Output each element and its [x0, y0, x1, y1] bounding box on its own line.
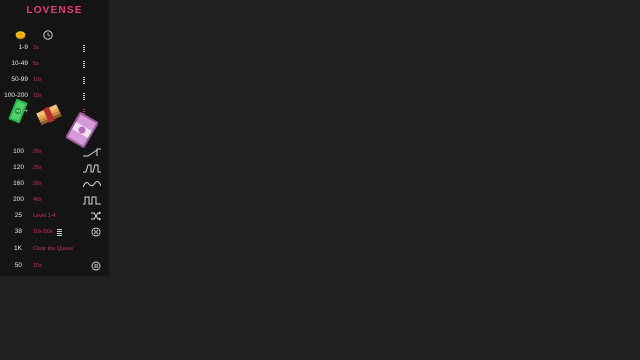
special-value: Clear the Queue — [33, 246, 74, 252]
pattern-row: 160 30s — [0, 177, 109, 191]
special-value: 15s — [33, 263, 42, 269]
special-row: 1K Clear the Queue — [0, 242, 109, 256]
special-amount: 50 — [14, 262, 22, 269]
clock-icon — [43, 27, 53, 40]
level-duration: 15s — [33, 93, 42, 99]
special-row: 38 10s-50s — [0, 225, 109, 239]
special-amount: 25 — [14, 212, 22, 219]
square-pattern-icon — [83, 195, 101, 205]
vibration-bars-icon — [83, 43, 101, 53]
level-amount: 50-99 — [11, 76, 28, 83]
shuffle-icon — [83, 211, 101, 221]
vibration-bars-icon — [83, 59, 101, 69]
special-row: 25 Level 1-4 — [0, 209, 109, 223]
level-amount: 10-49 — [11, 60, 28, 67]
lovense-logo: LOVENSE — [26, 5, 83, 16]
pattern-amount: 160 — [13, 180, 24, 187]
pause-icon — [83, 261, 101, 271]
level-row: 50-99 10s — [0, 73, 109, 87]
pattern-row: 100 20s — [0, 145, 109, 159]
vibration-bars-icon — [83, 75, 101, 85]
pattern-duration: 30s — [33, 181, 42, 187]
level-duration: 2s — [33, 45, 39, 51]
pattern-amount: 100 — [13, 148, 24, 155]
special-amount: 38 — [14, 228, 22, 235]
wave-pattern-icon — [83, 179, 101, 189]
vibration-bars-icon — [57, 227, 63, 237]
special-row: 50 15s — [0, 259, 109, 273]
special-value: 10s-50s — [33, 229, 53, 235]
pattern-duration: 20s — [33, 149, 42, 155]
pattern-row: 120 25s — [0, 161, 109, 175]
pattern-amount: 200 — [13, 196, 24, 203]
coin-icon — [15, 27, 26, 40]
cash-bill-icon: $ — [7, 98, 29, 129]
ramp-pattern-icon — [83, 147, 101, 157]
level-duration: 10s — [33, 77, 42, 83]
vibration-bars-icon — [83, 91, 101, 101]
spin-icon — [83, 227, 101, 237]
level-duration: 5s — [33, 61, 39, 67]
pattern-amount: 120 — [13, 164, 24, 171]
tip-menu-panel: LOVENSE 1-9 2s 10-49 5s 50-99 10s 100-20… — [0, 0, 109, 276]
pattern-row: 200 40s — [0, 193, 109, 207]
special-amount: 1K — [14, 245, 22, 252]
pattern-duration: 25s — [33, 165, 42, 171]
level-amount: 1-9 — [18, 44, 28, 51]
pulse-pattern-icon — [83, 163, 101, 173]
pattern-duration: 40s — [33, 197, 42, 203]
level-row: 1-9 2s — [0, 41, 109, 55]
money-stack-icon — [36, 104, 64, 135]
special-value: Level 1-4 — [33, 213, 56, 219]
level-row: 10-49 5s — [0, 57, 109, 71]
